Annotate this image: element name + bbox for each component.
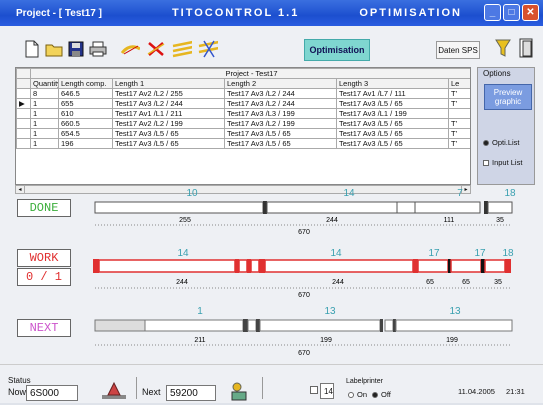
next-label-status: Next [142,387,161,397]
work-dimension: 65 [426,279,434,286]
done-segment [396,201,416,214]
next-dimension: 199 [320,337,332,344]
done-bar-group: 10 14 7 18 255 244 111 35 670 [94,188,516,236]
work-segment [264,259,414,273]
next-segment [144,319,244,332]
next-joint [256,319,260,332]
work-segment [417,259,449,273]
work-joint [505,259,511,273]
work-segment [98,259,236,273]
done-segment [266,201,398,214]
date-display: 11.04.2005 [458,387,495,396]
radio-dot-icon [348,391,354,398]
done-dimension: 111 [444,217,455,224]
next-segment [247,319,257,332]
next-top-label: 1 [197,306,203,317]
work-top-label: 18 [502,248,514,259]
work-joint [259,259,265,273]
done-segment [487,201,513,214]
status-bar: Status Now 6S000 Next 59200 14 Labelprin… [0,364,543,403]
next-dimension: 211 [194,337,205,344]
next-segment [259,319,381,332]
work-segment [238,259,248,273]
next-segment-waste [94,319,146,332]
done-top-label: 7 [457,188,463,199]
done-joint [484,201,488,214]
done-top-label: 18 [504,188,516,199]
main-window: Project - [ Test17 ] TITOCONTROL 1.1 OPT… [0,0,543,403]
done-dimension: 35 [496,217,504,224]
work-bar-group: 14 14 17 17 18 244 244 65 65 35 670 [93,248,514,299]
labelprinter-off-radio[interactable]: Off [372,390,391,399]
work-top-label: 14 [330,248,342,259]
work-dimension: 35 [494,279,502,286]
work-top-label: 17 [428,248,440,259]
radio-dot-icon [372,391,378,398]
divider [262,377,263,399]
next-total: 670 [298,350,310,357]
work-dimension: 244 [176,279,188,286]
next-joint [380,319,383,332]
next-value: 59200 [166,385,216,401]
saw-icon[interactable] [100,381,128,405]
done-dimension: 244 [326,217,338,224]
labelprinter-on-radio[interactable]: On [348,390,367,399]
radio-label: On [357,390,368,399]
status-label: Status [8,376,31,385]
next-top-label: 13 [449,306,461,317]
done-total: 670 [298,229,310,236]
labelprinter-label: Labelprinter [346,378,383,385]
next-dimension: 199 [446,337,458,344]
next-segment [395,319,513,332]
work-top-label: 14 [177,248,189,259]
work-segment [450,259,482,273]
now-value: 6S000 [26,385,78,401]
work-top-label: 17 [474,248,486,259]
next-top-label: 13 [324,306,336,317]
now-label: Now [8,387,27,397]
count-checkbox[interactable] [310,386,318,394]
done-dimension: 255 [179,217,191,224]
next-segment [384,319,394,332]
done-top-label: 10 [186,188,198,199]
work-joint [93,259,99,273]
divider [136,377,137,399]
done-joint [263,201,267,214]
work-dimension: 65 [462,279,470,286]
done-top-label: 14 [343,188,355,199]
work-dimension: 244 [332,279,344,286]
profile-bars: 10 14 7 18 255 244 111 35 670 14 14 17 1… [93,188,516,357]
operator-icon[interactable] [228,381,250,405]
work-segment [250,259,260,273]
next-bar-group: 1 13 13 211 199 199 670 [94,306,513,357]
done-segment [94,201,264,214]
work-segment [484,259,506,273]
radio-label: Off [381,390,391,399]
done-segment [414,201,481,214]
next-joint [243,319,248,332]
time-display: 21:31 [506,387,525,396]
work-total: 670 [298,292,310,299]
count-box: 14 [320,383,334,399]
